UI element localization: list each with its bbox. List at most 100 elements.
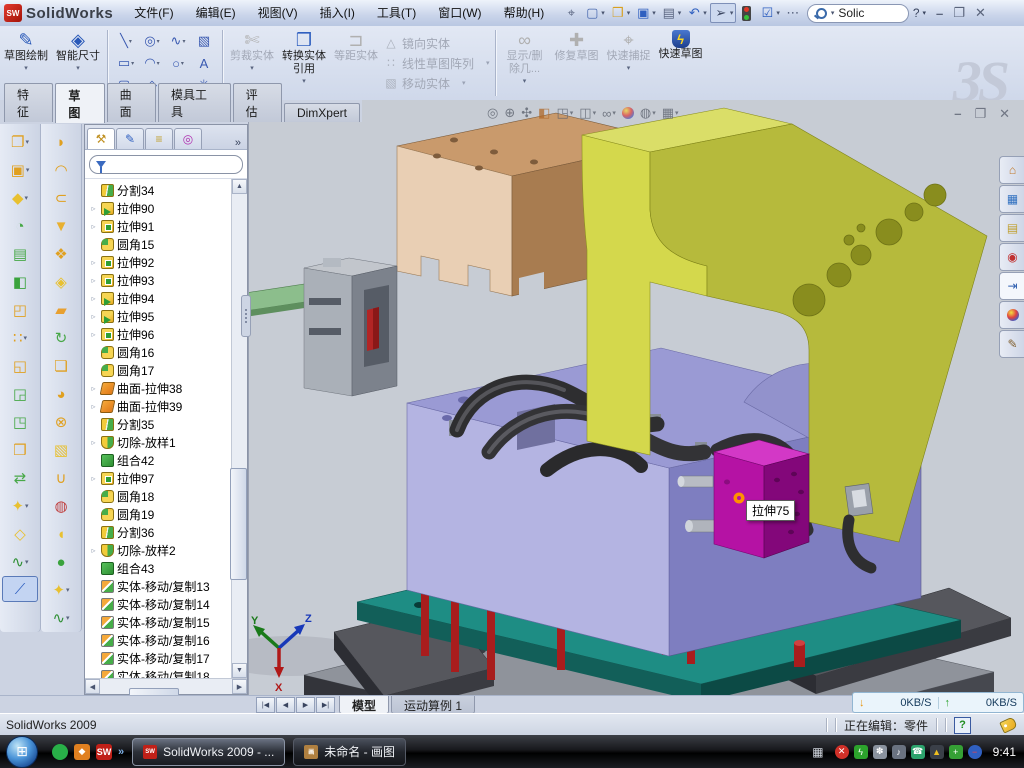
tab-特征[interactable]: 特征	[4, 83, 53, 122]
pin-button[interactable]: ⌖	[561, 4, 581, 22]
features-tool-0[interactable]: ❐▾	[2, 128, 38, 156]
quick-tips-icon[interactable]: ?	[954, 717, 971, 734]
taskbar-clock[interactable]: 9:41	[993, 745, 1016, 759]
tree-item[interactable]: ▹拉伸93	[85, 271, 247, 289]
line-tool[interactable]: ╲▾	[113, 30, 139, 52]
tab-dimxpert-manager[interactable]: ◎	[174, 128, 202, 149]
features-tool-2[interactable]: ◆▾	[2, 184, 38, 212]
surfaces-tool-9[interactable]: ◕	[43, 380, 79, 408]
shield-plus-icon[interactable]: +	[949, 745, 963, 759]
tab-scroll-3-button[interactable]: ▶|	[316, 697, 335, 713]
expand-arrow-icon[interactable]: ▹	[89, 276, 98, 285]
expand-arrow-icon[interactable]: ▹	[89, 258, 98, 267]
tree-item[interactable]: ▹拉伸96	[85, 325, 247, 343]
tree-item[interactable]: ▹切除-放样1	[85, 433, 247, 451]
tree-item[interactable]: ▹拉伸92	[85, 253, 247, 271]
text-tool[interactable]: A	[191, 52, 217, 74]
overflow-button[interactable]: ⋯	[783, 4, 803, 22]
phone-link-icon[interactable]: ☎	[911, 745, 925, 759]
antivirus-alert-icon[interactable]: ✕	[835, 745, 849, 759]
print-button[interactable]: ▤▾	[659, 4, 684, 22]
features-tool-14[interactable]: ◇	[2, 520, 38, 548]
surfaces-tool-10[interactable]: ⊗	[43, 408, 79, 436]
snipping-tool-icon[interactable]: ✽	[873, 745, 887, 759]
model-canvas[interactable]: Y Z X	[249, 100, 1024, 695]
ellipse-tool[interactable]: ○▾	[165, 52, 191, 74]
surfaces-tool-3[interactable]: ▼	[43, 212, 79, 240]
features-tool-7[interactable]: ∷▾	[2, 324, 38, 352]
tree-item[interactable]: ▹拉伸94	[85, 289, 247, 307]
tree-item[interactable]: 圆角16	[85, 343, 247, 361]
features-tool-4[interactable]: ▤	[2, 240, 38, 268]
doc-minimize-button[interactable]: –	[954, 106, 961, 122]
taskpane-solidworks-search[interactable]: ◉	[999, 243, 1024, 271]
menu-item-1[interactable]: 编辑(E)	[185, 1, 247, 26]
tree-item[interactable]: 实体-移动/复制17	[85, 649, 247, 667]
tab-scroll-1-button[interactable]: ◀	[276, 697, 295, 713]
edit-appearance-button[interactable]	[620, 106, 636, 120]
tab-模型[interactable]: 模型	[339, 696, 389, 714]
scroll-up-button[interactable]: ▲	[232, 179, 247, 194]
features-tool-11[interactable]: ❒	[2, 436, 38, 464]
expand-arrow-icon[interactable]: ▹	[89, 312, 98, 321]
menu-item-2[interactable]: 视图(V)	[247, 1, 309, 26]
menu-item-4[interactable]: 工具(T)	[366, 1, 427, 26]
features-tool-5[interactable]: ◧	[2, 268, 38, 296]
surfaces-tool-8[interactable]: ❏	[43, 352, 79, 380]
tree-item[interactable]: ▹切除-放样2	[85, 541, 247, 559]
features-tool-8[interactable]: ◱	[2, 352, 38, 380]
arc-tool[interactable]: ◠▾	[139, 52, 165, 74]
tree-item[interactable]: ▹曲面-拉伸39	[85, 397, 247, 415]
keyboard-icon[interactable]: ▦	[812, 745, 823, 759]
expand-arrow-icon[interactable]: ▹	[89, 294, 98, 303]
new-document-button[interactable]: ▢▾	[582, 4, 607, 22]
features-tool-13[interactable]: ✦▾	[2, 492, 38, 520]
insert-block-magenta[interactable]	[714, 440, 809, 558]
tab-草图[interactable]: 草图	[55, 83, 104, 123]
tab-property-manager[interactable]: ✎	[116, 128, 144, 149]
volume-icon[interactable]: ♪	[892, 745, 906, 759]
view-settings-button[interactable]: ▦▾	[660, 104, 681, 122]
panel-tabs-overflow[interactable]: »	[229, 137, 247, 149]
taskpane-view-palette[interactable]: ⇥	[999, 272, 1024, 300]
tab-运动算例 1[interactable]: 运动算例 1	[391, 696, 475, 714]
tree-item[interactable]: 实体-移动/复制14	[85, 595, 247, 613]
scroll-right-button[interactable]: ▶	[232, 679, 247, 694]
tree-item[interactable]: 圆角15	[85, 235, 247, 253]
menu-item-0[interactable]: 文件(F)	[123, 1, 184, 26]
features-tool-10[interactable]: ◳	[2, 408, 38, 436]
security-app-icon[interactable]: ◆	[74, 744, 90, 760]
tab-scroll-2-button[interactable]: ▶	[296, 697, 315, 713]
network-warning-icon[interactable]: ▲	[930, 745, 944, 759]
tree-item[interactable]: 圆角19	[85, 505, 247, 523]
menu-item-3[interactable]: 插入(I)	[309, 1, 366, 26]
tab-评估[interactable]: 评估	[233, 83, 282, 122]
tab-DimXpert[interactable]: DimXpert	[284, 103, 360, 122]
shield-power-icon[interactable]: ϟ	[854, 745, 868, 759]
search-caret-icon[interactable]: ▾	[831, 9, 835, 17]
apply-scene-button[interactable]: ◍▾	[638, 104, 658, 122]
cm-tool-1-button[interactable]: ❒转换实体引用▾	[278, 26, 330, 100]
expand-arrow-icon[interactable]: ▹	[89, 330, 98, 339]
minimize-button[interactable]: –	[936, 6, 943, 21]
tab-曲面[interactable]: 曲面	[107, 83, 156, 122]
tree-item[interactable]: 组合43	[85, 559, 247, 577]
tree-item[interactable]: 分割34	[85, 181, 247, 199]
open-document-button[interactable]: ❒▾	[608, 4, 633, 22]
rectangle-tool[interactable]: ▭▾	[113, 52, 139, 74]
features-tool-15[interactable]: ∿▾	[2, 548, 38, 576]
surfaces-tool-14[interactable]: ◖	[43, 520, 79, 548]
area-hatch-tool[interactable]: ▧	[191, 30, 217, 52]
tree-item[interactable]: ▹拉伸91	[85, 217, 247, 235]
save-button[interactable]: ▣▾	[633, 4, 658, 22]
expand-arrow-icon[interactable]: ▹	[89, 222, 98, 231]
surfaces-tool-0[interactable]: ◗	[43, 128, 79, 156]
taskpane-custom-properties[interactable]: ✎	[999, 330, 1024, 358]
surfaces-tool-17[interactable]: ∿▾	[43, 604, 79, 632]
scroll-down-button[interactable]: ▼	[232, 663, 247, 678]
tree-item[interactable]: 实体-移动/复制15	[85, 613, 247, 631]
menu-item-5[interactable]: 窗口(W)	[427, 1, 492, 26]
tree-item[interactable]: 实体-移动/复制13	[85, 577, 247, 595]
tree-item[interactable]: 圆角18	[85, 487, 247, 505]
solidworks-launcher-icon[interactable]: SW	[96, 744, 112, 760]
